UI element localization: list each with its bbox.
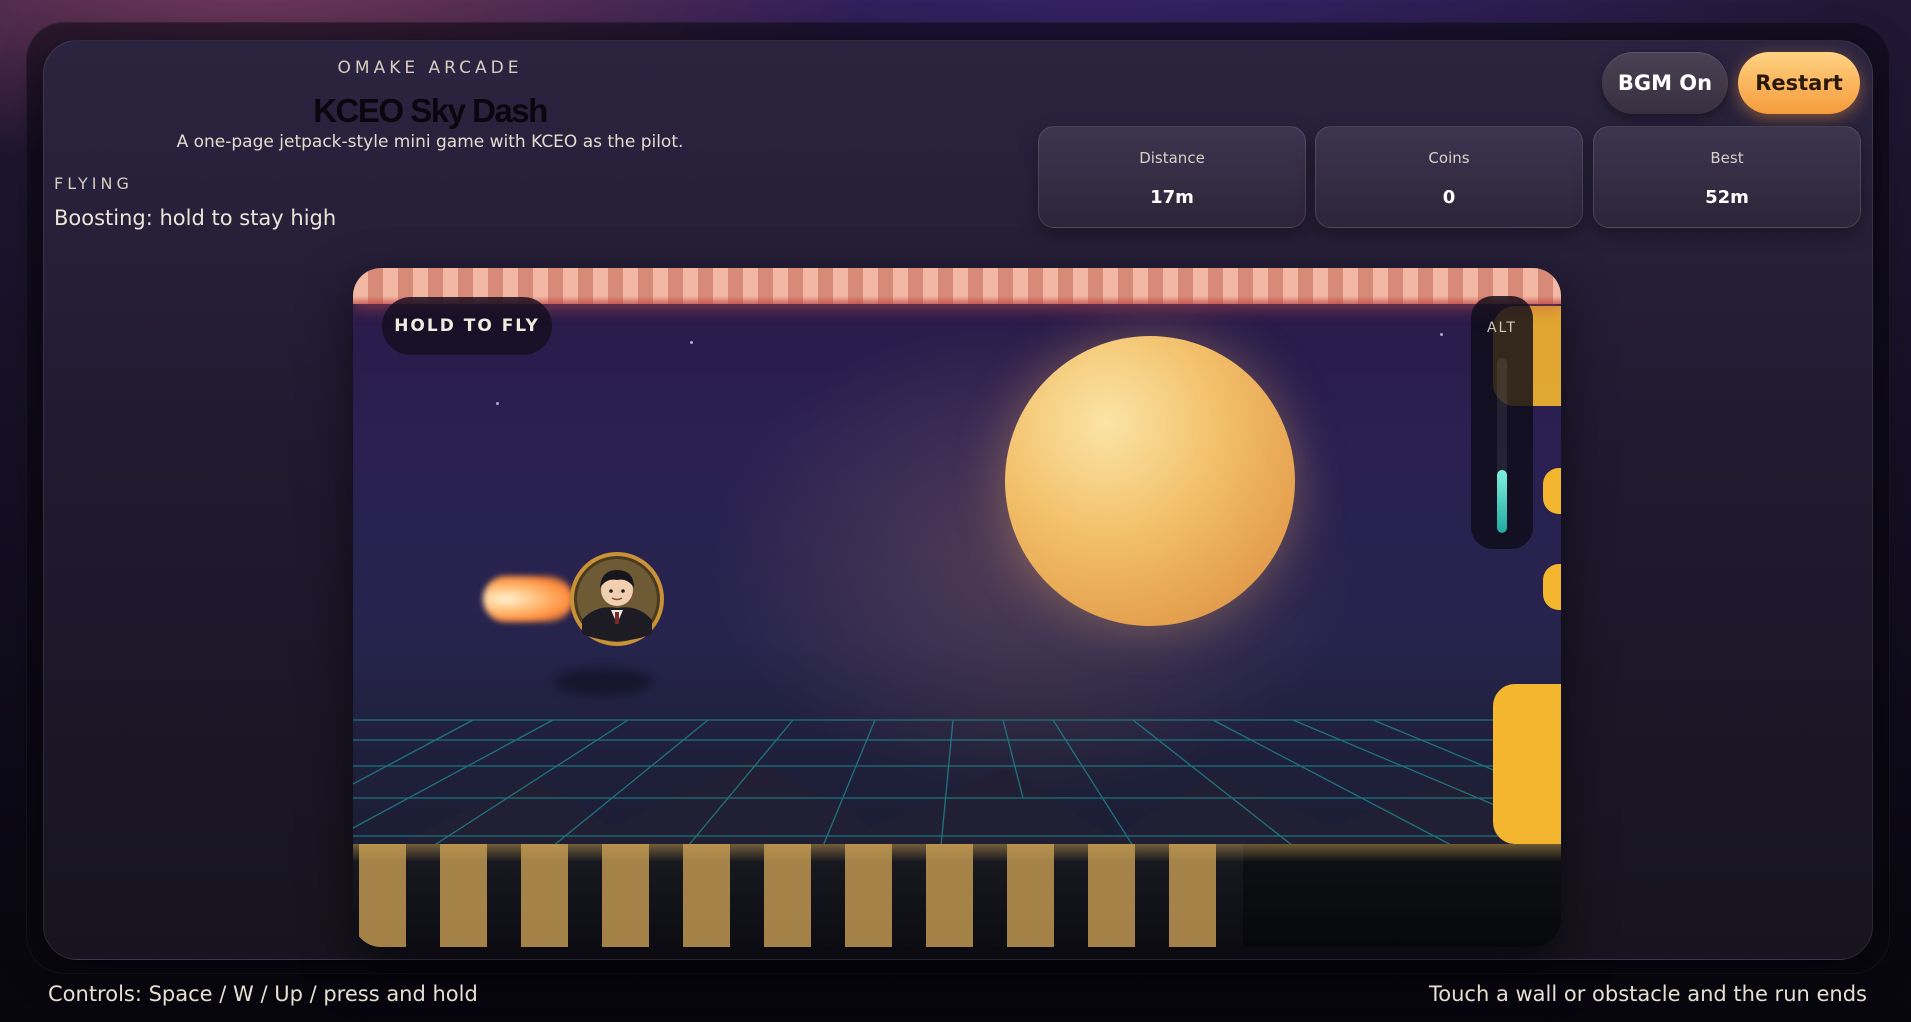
restart-button[interactable]: Restart [1738,52,1860,114]
bgm-toggle-button[interactable]: BGM On [1602,52,1728,114]
controls-help: Controls: Space / W / Up / press and hol… [48,982,478,1006]
stat-card-best: Best 52m [1593,126,1861,228]
altitude-fill [1497,470,1507,533]
coin-fragment [1543,468,1561,514]
star [496,402,499,405]
player-shadow [553,668,653,696]
jetpack-flame [483,576,573,622]
neon-grid-floor [353,719,1561,846]
star [690,341,693,344]
game-state-message: Boosting: hold to stay high [54,206,337,230]
game-subtitle: A one-page jetpack-style mini game with … [176,132,684,152]
game-state-label: FLYING [54,174,133,193]
moon [1005,336,1295,626]
stat-card-coins: Coins 0 [1315,126,1583,228]
star [1440,333,1443,336]
stat-label: Distance [1139,149,1205,167]
stat-label: Coins [1428,149,1470,167]
rules-help: Touch a wall or obstacle and the run end… [1429,982,1867,1006]
obstacle-wall-bottom [1493,684,1561,844]
stat-value: 17m [1150,187,1194,208]
stat-value: 0 [1442,187,1456,208]
altitude-meter: ALT [1471,296,1533,549]
ground-edge [353,844,1561,862]
game-title: KCEO Sky Dash [313,92,548,129]
stat-label: Best [1710,149,1744,167]
game-canvas[interactable]: HOLD TO FLY ALT [353,268,1561,947]
stat-value: 52m [1705,187,1749,208]
altitude-track [1497,358,1507,533]
kceo-pilot-avatar [570,552,664,646]
stat-card-distance: Distance 17m [1038,126,1306,228]
hold-to-fly-hint: HOLD TO FLY [382,297,552,355]
brand-eyebrow: OMAKE ARCADE [337,58,523,78]
coin-fragment [1543,564,1561,610]
altitude-label: ALT [1486,320,1517,336]
